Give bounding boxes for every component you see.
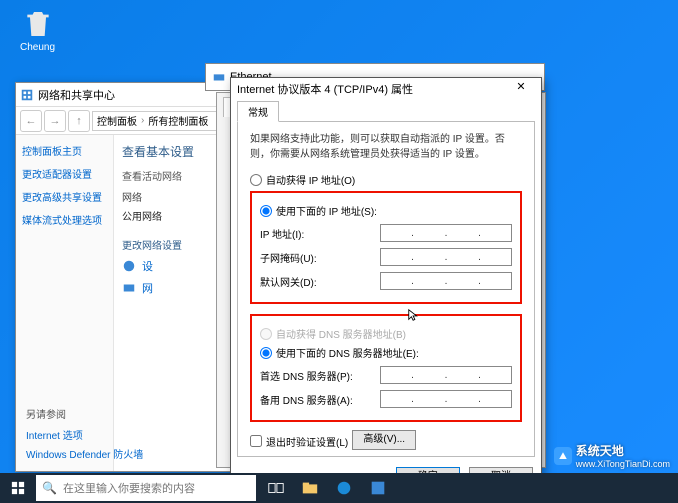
dns-primary-label: 首选 DNS 服务器(P): xyxy=(260,368,380,383)
windows-icon xyxy=(11,481,25,495)
taskbar: 🔍 在这里输入你要搜索的内容 xyxy=(0,473,678,503)
watermark-url: www.XiTongTianDi.com xyxy=(576,459,670,469)
highlight-box-ip: 使用下面的 IP 地址(S): IP 地址(I): ... 子网掩码(U): .… xyxy=(250,191,522,304)
close-button[interactable]: ✕ xyxy=(507,80,535,98)
advanced-button[interactable]: 高级(V)... xyxy=(352,430,416,450)
window-title: Internet 协议版本 4 (TCP/IPv4) 属性 xyxy=(237,81,507,97)
ip-address-input[interactable]: ... xyxy=(380,224,512,242)
taskbar-app-edge[interactable] xyxy=(328,473,360,503)
network-icon xyxy=(122,281,136,295)
ethernet-icon xyxy=(212,70,226,84)
network-name: 网络 xyxy=(122,189,146,204)
radio-input[interactable] xyxy=(250,174,262,186)
desktop-icon-recycle[interactable]: Cheung xyxy=(20,8,55,53)
tab-general[interactable]: 常规 xyxy=(237,101,279,122)
validate-checkbox-row[interactable]: 退出时验证设置(L) 高级(V)... xyxy=(250,432,522,450)
window-ipv4-properties: Internet 协议版本 4 (TCP/IPv4) 属性 ✕ 常规 如果网络支… xyxy=(230,77,542,475)
nav-back-button[interactable]: ← xyxy=(20,110,42,132)
highlight-box-dns: 自动获得 DNS 服务器地址(B) 使用下面的 DNS 服务器地址(E): 首选… xyxy=(250,314,522,422)
radio-manual-dns[interactable]: 使用下面的 DNS 服务器地址(E): xyxy=(260,345,512,360)
subnet-mask-input[interactable]: ... xyxy=(380,248,512,266)
breadcrumb-item[interactable]: 所有控制面板 xyxy=(148,113,208,128)
taskbar-search-input[interactable]: 🔍 在这里输入你要搜索的内容 xyxy=(36,475,256,501)
properties-panel: 如果网络支持此功能，则可以获取自动指派的 IP 设置。否则，你需要从网络系统管理… xyxy=(237,121,535,457)
checkbox-input[interactable] xyxy=(250,435,262,447)
recycle-bin-icon xyxy=(22,8,54,40)
taskbar-app-explorer[interactable] xyxy=(294,473,326,503)
radio-auto-ip[interactable]: 自动获得 IP 地址(O) xyxy=(250,172,522,187)
control-panel-icon xyxy=(20,88,34,102)
sidebar-link-sharing[interactable]: 更改高级共享设置 xyxy=(22,189,107,204)
sidebar-link-streaming[interactable]: 媒体流式处理选项 xyxy=(22,212,107,227)
taskbar-app-control-panel[interactable] xyxy=(362,473,394,503)
radio-input[interactable] xyxy=(260,347,272,359)
radio-manual-ip[interactable]: 使用下面的 IP 地址(S): xyxy=(260,203,512,218)
task-view-button[interactable] xyxy=(260,473,292,503)
see-also-link-firewall[interactable]: Windows Defender 防火墙 xyxy=(26,446,143,461)
description-text: 如果网络支持此功能，则可以获取自动指派的 IP 设置。否则，你需要从网络系统管理… xyxy=(250,132,522,162)
ip-address-label: IP 地址(I): xyxy=(260,226,380,241)
start-button[interactable] xyxy=(0,473,36,503)
nav-forward-button[interactable]: → xyxy=(44,110,66,132)
see-also-heading: 另请参阅 xyxy=(26,406,143,421)
tab-strip: 常规 xyxy=(231,100,541,121)
radio-input[interactable] xyxy=(260,205,272,217)
sidebar-link-home[interactable]: 控制面板主页 xyxy=(22,143,107,158)
chevron-right-icon: › xyxy=(141,115,144,126)
see-also-link-internet[interactable]: Internet 选项 xyxy=(26,427,143,442)
search-placeholder: 在这里输入你要搜索的内容 xyxy=(63,480,195,496)
radio-auto-dns: 自动获得 DNS 服务器地址(B) xyxy=(260,326,512,341)
network-type: 公用网络 xyxy=(122,208,162,223)
radio-input xyxy=(260,328,272,340)
gateway-label: 默认网关(D): xyxy=(260,274,380,289)
desktop-icon-label: Cheung xyxy=(20,42,55,53)
nav-up-button[interactable]: ↑ xyxy=(68,110,90,132)
subnet-mask-label: 子网掩码(U): xyxy=(260,250,380,265)
dns-primary-input[interactable]: ... xyxy=(380,366,512,384)
watermark-name: 系统天地 xyxy=(576,444,624,458)
desktop: Cheung 网络和共享中心 ← → ↑ 控制面板 › 所有控制面板 控制面板主… xyxy=(0,0,678,503)
wizard-icon xyxy=(122,259,136,273)
titlebar[interactable]: Internet 协议版本 4 (TCP/IPv4) 属性 ✕ xyxy=(231,78,541,100)
watermark-logo-icon xyxy=(554,447,572,465)
see-also-panel: 另请参阅 Internet 选项 Windows Defender 防火墙 xyxy=(26,406,143,465)
breadcrumb-item[interactable]: 控制面板 xyxy=(97,113,137,128)
dns-secondary-label: 备用 DNS 服务器(A): xyxy=(260,392,380,407)
dns-secondary-input[interactable]: ... xyxy=(380,390,512,408)
gateway-input[interactable]: ... xyxy=(380,272,512,290)
sidebar-link-adapter[interactable]: 更改适配器设置 xyxy=(22,166,107,181)
watermark: 系统天地 www.XiTongTianDi.com xyxy=(554,442,670,469)
search-icon: 🔍 xyxy=(42,481,57,495)
